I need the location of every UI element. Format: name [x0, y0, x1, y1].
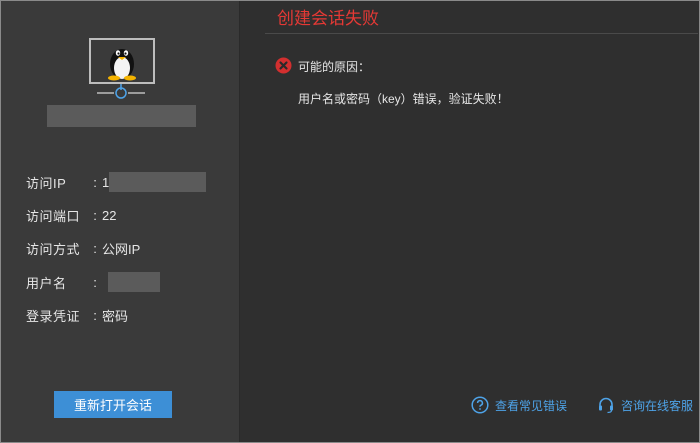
username-redacted — [108, 272, 160, 292]
faq-link-label: 查看常见错误 — [495, 398, 568, 413]
reopen-session-button[interactable]: 重新打开会话 — [54, 391, 172, 418]
info-separator: : — [93, 240, 97, 256]
sidebar: 访问IP : 1 访问端口 : 22 访问方式 : 公网IP 用户名 : 登录凭… — [1, 1, 240, 442]
headset-icon — [599, 397, 613, 414]
info-label-port: 访问端口 — [26, 208, 81, 224]
error-icon — [275, 57, 292, 74]
info-value-port: 22 — [102, 207, 117, 223]
info-row-username: 用户名 : — [26, 272, 160, 292]
info-label-username: 用户名 — [26, 275, 67, 291]
support-link-label: 咨询在线客服 — [621, 398, 694, 413]
info-label-credential: 登录凭证 — [26, 308, 81, 324]
faq-link[interactable]: 查看常见错误 — [471, 395, 567, 415]
info-label-method: 访问方式 — [26, 241, 81, 257]
info-separator: : — [93, 307, 97, 323]
info-value-method: 公网IP — [102, 241, 141, 257]
reason-text: 用户名或密码（key）错误，验证失败！ — [298, 92, 509, 106]
network-icon — [97, 84, 145, 99]
ip-redacted — [109, 172, 207, 192]
monitor-icon — [89, 38, 155, 84]
title-divider — [265, 33, 698, 34]
info-separator: : — [93, 274, 97, 290]
info-row-credential: 登录凭证 : 密码 — [26, 305, 128, 325]
info-row-port: 访问端口 : 22 — [26, 205, 116, 225]
page-title: 创建会话失败 — [277, 9, 379, 28]
support-link[interactable]: 咨询在线客服 — [597, 395, 693, 415]
info-value-ip: 1 — [102, 174, 110, 190]
info-value-credential: 密码 — [102, 308, 129, 324]
linux-penguin-icon — [108, 49, 136, 81]
reason-label: 可能的原因： — [298, 60, 371, 74]
help-circle-icon — [471, 396, 489, 414]
hostname-redacted — [47, 105, 196, 127]
info-separator: : — [93, 174, 97, 190]
info-label-ip: 访问IP — [26, 175, 67, 191]
info-separator: : — [93, 207, 97, 223]
info-row-ip: 访问IP : 1 — [26, 172, 207, 192]
info-row-method: 访问方式 : 公网IP — [26, 238, 140, 258]
